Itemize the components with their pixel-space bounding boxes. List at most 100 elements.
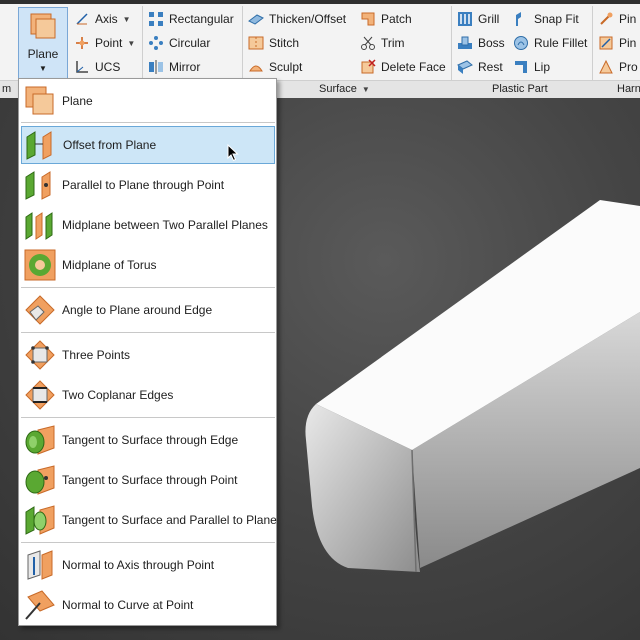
rule-fillet-icon bbox=[514, 36, 528, 50]
tangent-parallel-icon bbox=[25, 505, 55, 535]
grill-button[interactable]: Grill bbox=[457, 8, 499, 30]
panel-title-plastic-part: Plastic Part bbox=[492, 83, 548, 95]
mirror-button[interactable]: Mirror bbox=[148, 56, 200, 78]
axis-button[interactable]: Axis ▼ bbox=[74, 8, 131, 30]
plane-button[interactable]: Plane ▼ bbox=[18, 7, 68, 79]
point-label: Point bbox=[95, 36, 123, 50]
stitch-button[interactable]: Stitch bbox=[248, 32, 299, 54]
menu-item-midplane-parallel[interactable]: Midplane between Two Parallel Planes bbox=[21, 206, 275, 244]
title-strip bbox=[0, 0, 640, 4]
menu-item-plane[interactable]: Plane bbox=[21, 82, 275, 120]
axis-label: Axis bbox=[95, 12, 118, 26]
grill-label: Grill bbox=[478, 12, 500, 26]
sculpt-label: Sculpt bbox=[269, 60, 303, 74]
pin-icon bbox=[599, 36, 613, 50]
menu-item-normal-to-curve[interactable]: Normal to Curve at Point bbox=[21, 586, 275, 624]
menu-item-label: Tangent to Surface and Parallel to Plane bbox=[62, 513, 277, 527]
lip-label: Lip bbox=[534, 60, 551, 74]
menu-item-midplane-torus[interactable]: Midplane of Torus bbox=[21, 246, 275, 284]
delete-face-icon bbox=[361, 59, 376, 74]
lip-button[interactable]: Lip bbox=[513, 56, 550, 78]
normal-curve-icon bbox=[25, 590, 55, 620]
circular-label: Circular bbox=[169, 36, 211, 50]
rule-fillet-button[interactable]: Rule Fillet bbox=[513, 32, 587, 54]
thicken-offset-icon bbox=[248, 14, 264, 25]
rectangular-pattern-button[interactable]: Rectangular bbox=[148, 8, 234, 30]
boss-icon bbox=[458, 36, 472, 49]
snap-fit-icon bbox=[516, 12, 521, 26]
menu-item-tangent-parallel[interactable]: Tangent to Surface and Parallel to Plane bbox=[21, 501, 277, 539]
menu-item-label: Tangent to Surface through Point bbox=[62, 473, 238, 487]
circular-pattern-icon bbox=[149, 36, 163, 50]
point-icon bbox=[76, 37, 88, 49]
patch-label: Patch bbox=[381, 12, 412, 26]
menu-item-three-points[interactable]: Three Points bbox=[21, 336, 275, 374]
chevron-down-icon: ▼ bbox=[361, 85, 370, 94]
thicken-offset-button[interactable]: Thicken/Offset bbox=[248, 8, 346, 30]
pro-icon bbox=[599, 59, 613, 74]
plane-icon bbox=[30, 13, 56, 39]
menu-item-label: Normal to Axis through Point bbox=[62, 558, 215, 572]
delete-face-label: Delete Face bbox=[381, 60, 446, 74]
pro-button[interactable]: Pro bbox=[598, 56, 638, 78]
ucs-icon bbox=[76, 61, 88, 73]
pin-button[interactable]: Pin bbox=[598, 8, 636, 30]
boss-label: Boss bbox=[478, 36, 505, 50]
trim-button[interactable]: Trim bbox=[360, 32, 405, 54]
offset-plane-icon bbox=[26, 131, 52, 160]
menu-item-label: Normal to Curve at Point bbox=[62, 598, 194, 612]
patch-icon bbox=[361, 12, 375, 26]
pin-icon bbox=[600, 12, 613, 25]
plane-button-label: Plane bbox=[27, 47, 59, 61]
snap-fit-label: Snap Fit bbox=[534, 12, 579, 26]
boss-button[interactable]: Boss bbox=[457, 32, 505, 54]
menu-item-label: Midplane between Two Parallel Planes bbox=[62, 218, 268, 232]
axis-icon bbox=[76, 13, 88, 25]
coplanar-edges-icon bbox=[25, 380, 55, 410]
ucs-button[interactable]: UCS bbox=[74, 56, 120, 78]
menu-item-label: Parallel to Plane through Point bbox=[62, 178, 225, 192]
menu-separator bbox=[21, 332, 275, 333]
point-button[interactable]: Point ▼ bbox=[74, 32, 135, 54]
plane-icon bbox=[25, 86, 54, 115]
pro-label: Pro bbox=[619, 60, 638, 74]
chevron-down-icon: ▼ bbox=[39, 64, 47, 73]
mirror-icon bbox=[149, 60, 163, 74]
panel-title-surface[interactable]: Surface ▼ bbox=[319, 83, 370, 95]
menu-item-normal-to-axis[interactable]: Normal to Axis through Point bbox=[21, 546, 275, 584]
stitch-icon bbox=[248, 36, 264, 50]
mouse-cursor-icon bbox=[227, 144, 239, 162]
sculpt-button[interactable]: Sculpt bbox=[248, 56, 302, 78]
lip-icon bbox=[515, 61, 527, 73]
patch-button[interactable]: Patch bbox=[360, 8, 412, 30]
rest-icon bbox=[457, 60, 473, 74]
tangent-edge-icon bbox=[25, 425, 55, 455]
menu-item-label: Tangent to Surface through Edge bbox=[62, 433, 239, 447]
menu-item-parallel-to-plane[interactable]: Parallel to Plane through Point bbox=[21, 166, 275, 204]
pin-button[interactable]: Pin bbox=[598, 32, 636, 54]
rest-button[interactable]: Rest bbox=[457, 56, 503, 78]
chevron-down-icon: ▼ bbox=[127, 38, 136, 48]
circular-pattern-button[interactable]: Circular bbox=[148, 32, 210, 54]
menu-item-label: Offset from Plane bbox=[63, 138, 157, 152]
midplane-icon bbox=[25, 212, 53, 240]
menu-separator bbox=[21, 417, 275, 418]
menu-item-label: Angle to Plane around Edge bbox=[62, 303, 213, 317]
mirror-label: Mirror bbox=[169, 60, 201, 74]
delete-face-button[interactable]: Delete Face bbox=[360, 56, 446, 78]
panel-title-fragment: m bbox=[2, 83, 12, 95]
pin-label: Pin bbox=[619, 36, 637, 50]
menu-separator bbox=[21, 542, 275, 543]
trim-label: Trim bbox=[381, 36, 405, 50]
snap-fit-button[interactable]: Snap Fit bbox=[513, 8, 579, 30]
chevron-down-icon: ▼ bbox=[122, 14, 131, 24]
menu-item-angle-to-plane[interactable]: Angle to Plane around Edge bbox=[21, 291, 275, 329]
menu-item-two-coplanar-edges[interactable]: Two Coplanar Edges bbox=[21, 376, 275, 414]
panel-title-harness: Harn bbox=[617, 83, 640, 95]
menu-item-tangent-through-edge[interactable]: Tangent to Surface through Edge bbox=[21, 421, 275, 459]
pin-label: Pin bbox=[619, 12, 637, 26]
angle-plane-edge-icon bbox=[25, 295, 55, 325]
menu-item-tangent-through-point[interactable]: Tangent to Surface through Point bbox=[21, 461, 275, 499]
tangent-point-icon bbox=[25, 465, 55, 495]
trim-icon bbox=[361, 36, 375, 50]
